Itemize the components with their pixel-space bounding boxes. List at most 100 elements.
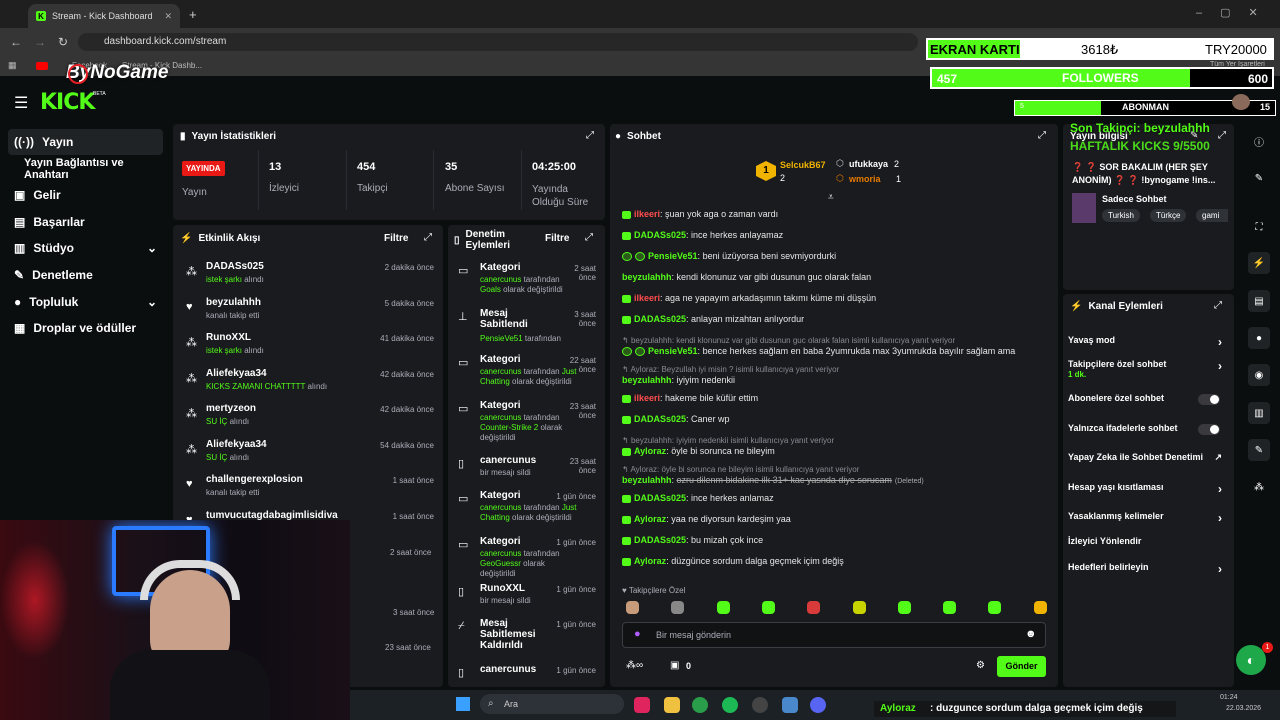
chat-message[interactable]: PensieVe51: bence herkes sağlam en baba … (622, 346, 1052, 357)
taskbar-app-icon[interactable] (634, 697, 650, 713)
list-item[interactable]: ⁂ DADASs025 istek şarkı alındı 2 dakika önc… (184, 261, 438, 295)
reload-icon[interactable]: ↻ (58, 35, 68, 49)
address-bar[interactable]: dashboard.kick.com/stream (78, 33, 918, 51)
hamburger-menu-icon[interactable]: ☰ (14, 93, 28, 113)
expand-icon[interactable]: ⤢ (585, 232, 593, 243)
sidebar-item-gelir[interactable]: ▣ Gelir (8, 182, 163, 208)
emote-icon[interactable] (852, 601, 866, 614)
list-item[interactable]: ♥ beyzulahhh kanalı takip etti 5 dakika önc… (184, 297, 438, 331)
chat-message[interactable]: ilkeeri: şuan yok aga o zaman vardı (622, 209, 1052, 220)
emote-icon[interactable] (943, 601, 957, 614)
sidebar-item-stream-key[interactable]: Yayın Bağlantısı ve Anahtarı (8, 156, 163, 182)
gifter-name[interactable]: ufukkaya (849, 159, 888, 169)
layout-icon[interactable]: ▥ (1248, 402, 1270, 424)
browser-tab[interactable]: K Stream - Kick Dashboard ✕ (28, 4, 180, 28)
chat-message[interactable]: DADASs025: anlayan mizahtan anlıyordur (622, 314, 1052, 325)
expand-icon[interactable]: ⤢ (1218, 130, 1226, 141)
emote-icon[interactable] (626, 601, 639, 614)
kicks-infinity-icon[interactable]: ⁂∞ (626, 660, 643, 671)
sidebar-item-studyo[interactable]: ▥ Stüdyo ⌄ (8, 235, 163, 261)
channel-action-item[interactable]: Yapay Zeka ile Sohbet Denetimi ↗ (1068, 452, 1228, 462)
emote-icon[interactable] (761, 601, 775, 614)
activity-filter-button[interactable]: Filtre (384, 233, 408, 244)
channel-action-item[interactable]: Hesap yaşı kısıtlaması › (1068, 482, 1228, 496)
channel-action-item[interactable]: Abonelere özel sohbet (1068, 393, 1228, 405)
sidebar-item-topluluk[interactable]: ● Topluluk ⌄ (8, 289, 163, 315)
back-icon[interactable]: ← (10, 35, 22, 49)
expand-icon[interactable]: ⤢ (1038, 130, 1046, 141)
gifter-name[interactable]: wmoria (849, 174, 881, 184)
list-item[interactable]: ⁂ Aliefekyaa34 SU İÇ alındı 54 dakika önce (184, 439, 438, 473)
top-gifter-name[interactable]: SelcukB67 (780, 160, 826, 170)
info-icon[interactable]: ⓘ (1248, 130, 1270, 152)
channel-action-item[interactable]: Hedefleri belirleyin › (1068, 562, 1228, 576)
broadcast-icon[interactable]: ◉ (1248, 364, 1270, 386)
chat-message[interactable]: ilkeeri: hakeme bile küfür ettim (622, 393, 1052, 404)
send-button[interactable]: Gönder (997, 656, 1046, 677)
chat-message[interactable]: Ayloraz: öyle bi sorunca ne bileyim (622, 446, 1052, 457)
sidebar-item-basarilar[interactable]: ▤ Başarılar (8, 209, 163, 235)
forward-icon[interactable]: → (34, 35, 46, 49)
list-item[interactable]: ⁂ mertyzeon SU İÇ alındı 42 dakika önce (184, 403, 438, 437)
profile-avatar[interactable] (1232, 94, 1250, 110)
expand-icon[interactable]: ⤢ (1214, 300, 1222, 311)
settings-gear-icon[interactable]: ⚙ (976, 660, 985, 671)
youtube-icon[interactable] (36, 62, 48, 70)
chat-message[interactable]: DADASs025: ince herkes anlamaz (622, 493, 1052, 504)
kick-logo[interactable]: KICK (40, 90, 95, 115)
sidebar-item-denetleme[interactable]: ✎ Denetleme (8, 262, 163, 288)
toggle-switch[interactable] (1198, 394, 1220, 405)
screen-icon[interactable]: ⛶ (1248, 216, 1270, 238)
windows-start-icon[interactable] (456, 697, 470, 711)
emote-icon[interactable] (897, 601, 911, 614)
chat-message[interactable]: Ayloraz: yaa ne diyorsun kardeşim yaa (622, 514, 1052, 525)
chat-message[interactable]: beyzulahhh: kendi klonunuz var gibi dusu… (622, 272, 1052, 283)
chat-message[interactable]: PensieVe51: beni üzüyorsa beni sevmiyord… (622, 251, 1052, 262)
emote-icon[interactable] (1033, 601, 1047, 614)
collapse-icon[interactable]: ⩡ (828, 192, 834, 203)
chat-message[interactable]: DADASs025: Caner wp (622, 414, 1052, 425)
chat-message[interactable]: ilkeeri: aga ne yapayım arkadaşımın takı… (622, 293, 1052, 304)
chat-message[interactable]: beyzulahhh: iyiyim nedenkii (622, 375, 1052, 386)
points-icon[interactable]: ▣ (670, 660, 679, 671)
emote-icon[interactable] (671, 601, 685, 614)
emote-icon[interactable] (807, 601, 821, 614)
obs-icon[interactable] (752, 697, 768, 713)
list-item[interactable]: ⁂ Aliefekyaa34 KICKS ZAMANI CHATTTTT alınd… (184, 368, 438, 402)
channel-action-item[interactable]: Yalnızca ifadelerle sohbet (1068, 423, 1228, 435)
channel-action-item[interactable]: İzleyici Yönlendir (1068, 536, 1228, 546)
sidebar-item-droplar[interactable]: ▦ Droplar ve ödüller (8, 315, 163, 341)
category-name[interactable]: Sadece Sohbet (1102, 194, 1167, 204)
mic-icon[interactable]: ● (634, 628, 641, 640)
emote-icon[interactable] (988, 601, 1002, 614)
chat-message[interactable]: Ayloraz: düzgünce sordum dalga geçmek iç… (622, 556, 1052, 567)
window-controls[interactable]: –▢✕ (1196, 6, 1276, 19)
channel-action-item[interactable]: Yasaklanmış kelimeler › (1068, 511, 1228, 525)
moderation-filter-button[interactable]: Filtre (545, 233, 569, 244)
emoji-icon[interactable]: ☻ (1025, 628, 1037, 640)
channel-action-item[interactable]: Takipçilere özel sohbet 1 dk. › (1068, 359, 1228, 379)
chat-message[interactable]: DADASs025: ince herkes anlayamaz (622, 230, 1052, 241)
category-thumbnail[interactable] (1072, 193, 1096, 223)
expand-icon[interactable]: ⤢ (424, 232, 432, 243)
tag[interactable]: Turkish (1102, 209, 1140, 222)
list-item[interactable]: ⁂ RunoXXL istek şarkı alındı 41 dakika önce (184, 332, 438, 366)
expand-icon[interactable]: ⤢ (586, 130, 594, 141)
chat-message[interactable]: DADASs025: bu mizah çok ince (622, 535, 1052, 546)
tag[interactable]: Türkçe (1150, 209, 1187, 222)
settings-app-icon[interactable] (782, 697, 798, 713)
chat-message[interactable]: beyzulahhh: ozru dilenm bidakine ilk 31+… (622, 475, 1052, 487)
bolt-icon[interactable]: ⚡ (1248, 252, 1270, 274)
emote-icon[interactable] (716, 601, 730, 614)
file-explorer-icon[interactable] (664, 697, 680, 713)
sidebar-item-yayin[interactable]: ((·)) Yayın (8, 129, 163, 155)
list-item[interactable]: ♥ challengerexplosion kanalı takip etti 1 s… (184, 474, 438, 508)
wrench-icon[interactable]: ✎ (1248, 439, 1270, 461)
tag[interactable]: gami (1196, 209, 1228, 222)
apps-icon[interactable]: ▦ (8, 60, 17, 71)
pencil-icon[interactable]: ✎ (1248, 167, 1270, 189)
chat-icon[interactable]: ● (1248, 327, 1270, 349)
taskbar-search[interactable] (480, 694, 624, 714)
discord-icon[interactable] (810, 697, 826, 713)
toggle-switch[interactable] (1198, 424, 1220, 435)
